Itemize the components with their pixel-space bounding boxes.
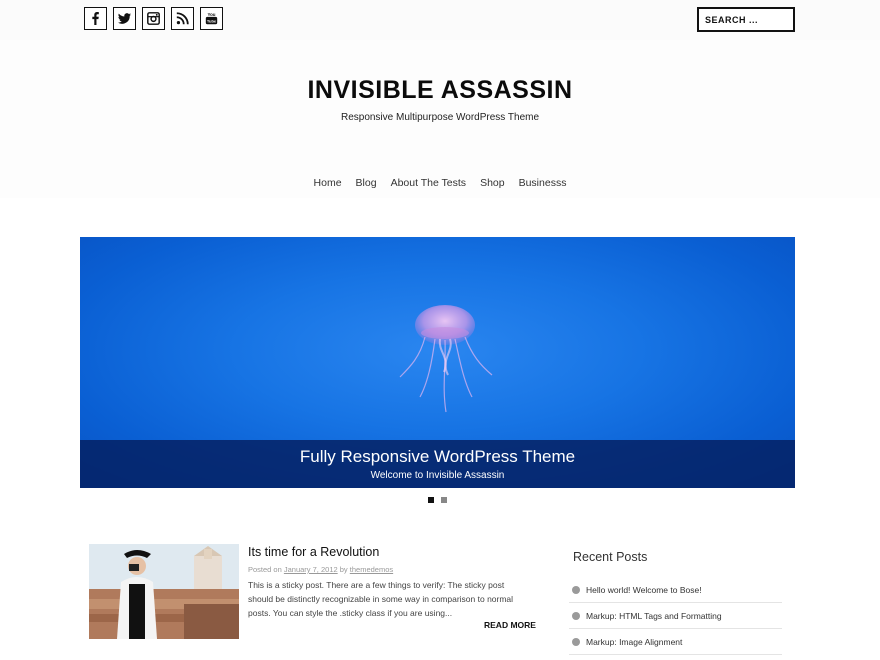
recent-post-item: Markup: HTML Tags and Formatting <box>569 603 782 629</box>
post-thumbnail[interactable] <box>89 544 239 639</box>
youtube-icon: Tube You <box>205 12 218 25</box>
slider-pagination <box>428 497 447 503</box>
instagram-icon <box>147 12 160 25</box>
by-label: by <box>339 565 348 574</box>
rss-icon <box>176 12 189 25</box>
post-meta: Posted on January 7, 2012 by themedemos <box>248 565 393 574</box>
post-date-link[interactable]: January 7, 2012 <box>284 565 338 574</box>
recent-post-item: Markup: Image Alignment <box>569 629 782 655</box>
facebook-icon <box>92 12 99 25</box>
instagram-link[interactable] <box>142 7 165 30</box>
twitter-icon <box>118 13 131 24</box>
recent-posts-heading: Recent Posts <box>573 550 648 564</box>
recent-post-link[interactable]: Markup: HTML Tags and Formatting <box>586 611 722 621</box>
bullet-icon <box>572 585 580 594</box>
recent-post-item: Hello world! Welcome to Bose! <box>569 577 782 603</box>
nav-item-shop[interactable]: Shop <box>473 177 512 189</box>
nav-item-businesss[interactable]: Businesss <box>512 177 574 189</box>
main-nav: Home Blog About The Tests Shop Businesss <box>0 177 880 189</box>
search-input[interactable] <box>697 7 795 32</box>
twitter-link[interactable] <box>113 7 136 30</box>
post-excerpt: This is a sticky post. There are a few t… <box>248 580 514 618</box>
svg-text:Tube: Tube <box>207 19 217 24</box>
social-links: Tube You <box>84 7 223 30</box>
read-more-link[interactable]: READ MORE <box>484 620 536 630</box>
rss-link[interactable] <box>171 7 194 30</box>
slider-dot-1[interactable] <box>428 497 434 503</box>
recent-post-link[interactable]: Markup: Image Alignment <box>586 637 682 647</box>
site-title[interactable]: INVISIBLE ASSASSIN <box>0 76 880 105</box>
youtube-link[interactable]: Tube You <box>200 7 223 30</box>
posted-on-label: Posted on <box>248 565 282 574</box>
slider-caption: Fully Responsive WordPress Theme Welcome… <box>80 440 795 488</box>
post-author-link[interactable]: themedemos <box>350 565 393 574</box>
svg-text:You: You <box>207 12 215 17</box>
slider-dot-2[interactable] <box>441 497 447 503</box>
woman-with-camera-image <box>89 544 239 639</box>
top-bar: Tube You <box>0 0 880 40</box>
site-tagline: Responsive Multipurpose WordPress Theme <box>340 112 540 123</box>
recent-post-link[interactable]: Hello world! Welcome to Bose! <box>586 585 702 595</box>
slide-title[interactable]: Fully Responsive WordPress Theme <box>80 447 795 467</box>
facebook-link[interactable] <box>84 7 107 30</box>
bullet-icon <box>572 637 580 646</box>
nav-item-about-the-tests[interactable]: About The Tests <box>384 177 474 189</box>
hero-slider[interactable]: Fully Responsive WordPress Theme Welcome… <box>80 237 795 488</box>
slide-subtitle: Welcome to Invisible Assassin <box>370 470 505 481</box>
nav-item-home[interactable]: Home <box>307 177 349 189</box>
nav-item-blog[interactable]: Blog <box>349 177 384 189</box>
jellyfish-image <box>399 305 493 413</box>
recent-posts-list: Hello world! Welcome to Bose! Markup: HT… <box>569 577 782 655</box>
post-title[interactable]: Its time for a Revolution <box>248 545 379 559</box>
bullet-icon <box>572 611 580 620</box>
